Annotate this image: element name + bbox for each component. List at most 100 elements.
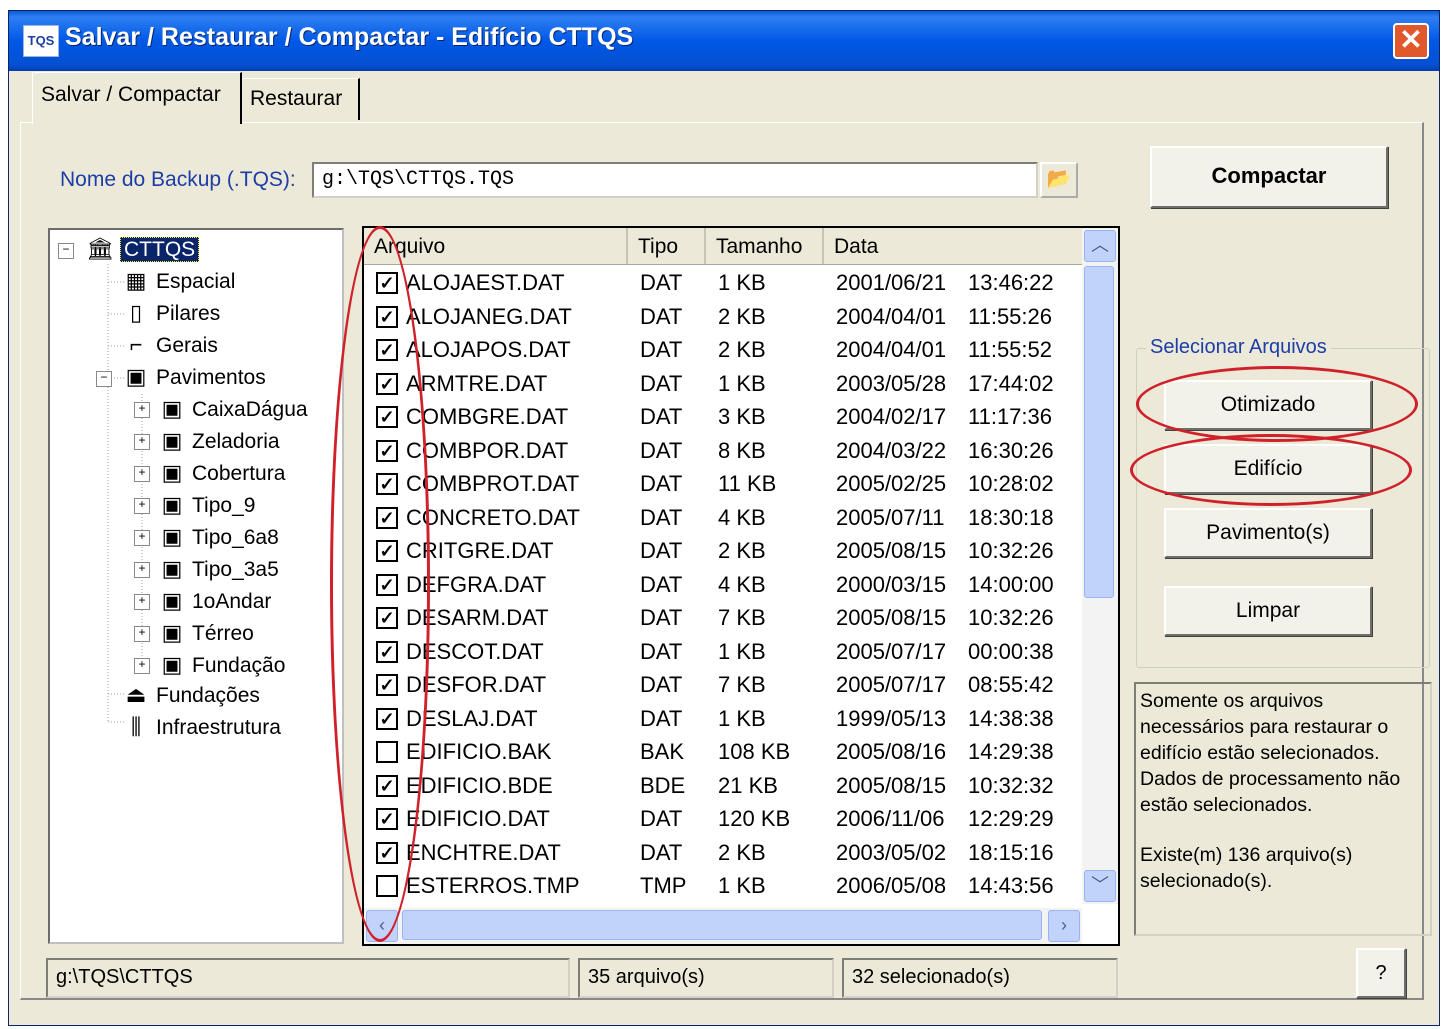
- file-row[interactable]: ✓ ALOJAPOS.DAT DAT 2 KB 2004/04/01 11:55:52: [364, 333, 1082, 366]
- help-button[interactable]: ?: [1356, 948, 1406, 998]
- tree-root[interactable]: 🏛 CTTQS: [86, 234, 200, 264]
- tree-item-label: Pavimentos: [156, 366, 266, 389]
- tree-item-pilares[interactable]: ▯ Pilares: [122, 298, 220, 328]
- vertical-scrollbar[interactable]: ︿ ﹀: [1082, 228, 1118, 904]
- scroll-down-icon[interactable]: ﹀: [1084, 870, 1116, 902]
- vertical-scroll-thumb[interactable]: [1084, 266, 1114, 598]
- tree-item-terreo[interactable]: ▣ Térreo: [158, 618, 254, 648]
- file-row[interactable]: ✓ CRITGRE.DAT DAT 2 KB 2005/08/15 10:32:26: [364, 534, 1082, 567]
- tree-item-espacial[interactable]: ▦ Espacial: [122, 266, 236, 296]
- file-checkbox[interactable]: ✓: [376, 841, 398, 864]
- file-checkbox[interactable]: ✓: [376, 406, 398, 428]
- file-row[interactable]: ✓ COMBPOR.DAT DAT 8 KB 2004/03/22 16:30:26: [364, 434, 1082, 467]
- file-row[interactable]: ✓ ARMTRE.DAT DAT 1 KB 2003/05/28 17:44:02: [364, 367, 1082, 400]
- collapse-pavimentos-toggle[interactable]: −: [96, 371, 112, 387]
- file-row[interactable]: ✓ COMBGRE.DAT DAT 3 KB 2004/02/17 11:17:36: [364, 400, 1082, 433]
- file-row[interactable]: ✓ DESFOR.DAT DAT 7 KB 2005/07/17 08:55:42: [364, 668, 1082, 701]
- column-tamanho[interactable]: Tamanho: [706, 228, 824, 264]
- file-checkbox[interactable]: ✓: [376, 607, 398, 629]
- file-row[interactable]: ✓ ALOJANEG.DAT DAT 2 KB 2004/04/01 11:55:26: [364, 300, 1082, 333]
- file-row[interactable]: ✓ CONCRETO.DAT DAT 4 KB 2005/07/11 18:30:18: [364, 501, 1082, 534]
- otimizado-button[interactable]: Otimizado: [1164, 380, 1372, 430]
- expand-toggle[interactable]: +: [134, 562, 150, 578]
- tree-item-caixadagua[interactable]: ▣ CaixaDágua: [158, 394, 308, 424]
- file-checkbox[interactable]: ✓: [376, 808, 398, 830]
- file-row[interactable]: ✓ ENCHTRE.DAT DAT 2 KB 2003/05/02 18:15:16: [364, 836, 1082, 869]
- file-row[interactable]: ✓ COMBPROT.DAT DAT 11 KB 2005/02/25 10:28:02: [364, 467, 1082, 500]
- file-date: 1999/05/13: [836, 705, 947, 731]
- collapse-root-toggle[interactable]: −: [58, 243, 74, 259]
- expand-toggle[interactable]: +: [134, 466, 150, 482]
- file-row[interactable]: ✓ DESLAJ.DAT DAT 1 KB 1999/05/13 14:38:38: [364, 702, 1082, 735]
- file-checkbox[interactable]: ✓: [376, 506, 398, 529]
- file-row[interactable]: EDIFICIO.BAK BAK 108 KB 2005/08/16 14:29:38: [364, 735, 1082, 768]
- file-date: 2005/08/15: [836, 772, 947, 798]
- file-checkbox[interactable]: ✓: [376, 339, 398, 361]
- file-checkbox[interactable]: ✓: [376, 674, 398, 696]
- tree-item-infraestrutura[interactable]: ⫼ Infraestrutura: [122, 712, 281, 742]
- file-checkbox[interactable]: ✓: [376, 439, 398, 462]
- expand-toggle[interactable]: +: [134, 594, 150, 610]
- file-checkbox[interactable]: [376, 741, 398, 763]
- file-row[interactable]: ✓ DESCOT.DAT DAT 1 KB 2005/07/17 00:00:38: [364, 635, 1082, 668]
- file-row[interactable]: ESTERROS.TMP TMP 1 KB 2006/05/08 14:43:56: [364, 869, 1082, 902]
- compactar-button[interactable]: Compactar: [1150, 146, 1388, 208]
- file-checkbox[interactable]: ✓: [376, 473, 398, 495]
- building-tree[interactable]: − 🏛 CTTQS ▦ Espacial ▯ Pilares ⌐ Gerais − ▣ P…: [48, 228, 344, 944]
- horizontal-scroll-thumb[interactable]: [402, 910, 1042, 940]
- tab-salvar-compactar[interactable]: Salvar / Compactar: [32, 72, 242, 124]
- horizontal-scrollbar[interactable]: ‹ ›: [364, 908, 1082, 944]
- title-bar[interactable]: TQS Salvar / Restaurar / Compactar - Edi…: [9, 11, 1439, 71]
- tree-item-tipo-9[interactable]: ▣ Tipo_9: [158, 490, 256, 520]
- file-checkbox[interactable]: ✓: [376, 573, 398, 596]
- tab-restaurar[interactable]: Restaurar: [242, 78, 360, 120]
- tree-item-fundacoes[interactable]: ⏏ Fundações: [122, 680, 260, 710]
- scroll-left-icon[interactable]: ‹: [366, 910, 398, 942]
- backup-name-input[interactable]: g:\TQS\CTTQS.TQS: [312, 162, 1038, 198]
- file-checkbox[interactable]: ✓: [376, 372, 398, 395]
- tree-item-zeladoria[interactable]: ▣ Zeladoria: [158, 426, 280, 456]
- scroll-up-icon[interactable]: ︿: [1084, 230, 1116, 262]
- info-description: Somente os arquivos necessários para res…: [1140, 690, 1401, 816]
- expand-toggle[interactable]: +: [134, 434, 150, 450]
- file-checkbox[interactable]: ✓: [376, 774, 398, 797]
- file-checkbox[interactable]: ✓: [376, 540, 398, 562]
- column-tipo[interactable]: Tipo: [628, 228, 706, 264]
- file-list[interactable]: Arquivo Tipo Tamanho Data ✓ ALOJAEST.DAT D…: [362, 226, 1120, 946]
- expand-toggle[interactable]: +: [134, 530, 150, 546]
- file-checkbox[interactable]: ✓: [376, 305, 398, 328]
- pavimentos-button[interactable]: Pavimento(s): [1164, 508, 1372, 558]
- edificio-button[interactable]: Edifício: [1164, 444, 1372, 494]
- file-name: DESLAJ.DAT: [406, 705, 538, 731]
- tree-item-tipo-6a8[interactable]: ▣ Tipo_6a8: [158, 522, 279, 552]
- expand-toggle[interactable]: +: [134, 626, 150, 642]
- scroll-right-icon[interactable]: ›: [1048, 910, 1080, 942]
- expand-toggle[interactable]: +: [134, 402, 150, 418]
- tree-item-fundacao[interactable]: ▣ Fundação: [158, 650, 286, 680]
- file-checkbox[interactable]: ✓: [376, 707, 398, 730]
- file-checkbox[interactable]: ✓: [376, 272, 398, 294]
- tree-item-1oandar[interactable]: ▣ 1oAndar: [158, 586, 272, 616]
- file-row[interactable]: ✓ DESARM.DAT DAT 7 KB 2005/08/15 10:32:26: [364, 601, 1082, 634]
- tree-item-tipo-3a5[interactable]: ▣ Tipo_3a5: [158, 554, 279, 584]
- expand-toggle[interactable]: +: [134, 498, 150, 514]
- file-checkbox[interactable]: [376, 875, 398, 897]
- expand-toggle[interactable]: +: [134, 658, 150, 674]
- file-row[interactable]: ✓ EDIFICIO.DAT DAT 120 KB 2006/11/06 12:29:29: [364, 802, 1082, 835]
- file-row[interactable]: ✓ ALOJAEST.DAT DAT 1 KB 2001/06/21 13:46:22: [364, 266, 1082, 299]
- column-arquivo[interactable]: Arquivo: [364, 228, 628, 264]
- tree-item-cobertura[interactable]: ▣ Cobertura: [158, 458, 286, 488]
- file-row[interactable]: ✓ EDIFICIO.BDE BDE 21 KB 2005/08/15 10:32:32: [364, 769, 1082, 802]
- file-date: 2005/07/11: [836, 504, 945, 530]
- tree-item-pavimentos[interactable]: ▣ Pavimentos: [122, 362, 266, 392]
- column-data[interactable]: Data: [824, 228, 1082, 264]
- tree-item-gerais[interactable]: ⌐ Gerais: [122, 330, 218, 360]
- close-button[interactable]: ✕: [1393, 23, 1429, 59]
- file-time: 11:55:52: [968, 337, 1053, 362]
- file-row[interactable]: ✓ DEFGRA.DAT DAT 4 KB 2000/03/15 14:00:00: [364, 568, 1082, 601]
- file-date: 2006/05/08: [836, 873, 947, 898]
- limpar-button[interactable]: Limpar: [1164, 586, 1372, 636]
- browse-folder-button[interactable]: 📂: [1040, 162, 1078, 198]
- status-selected-count: 32 selecionado(s): [842, 958, 1118, 998]
- file-checkbox[interactable]: ✓: [376, 640, 398, 663]
